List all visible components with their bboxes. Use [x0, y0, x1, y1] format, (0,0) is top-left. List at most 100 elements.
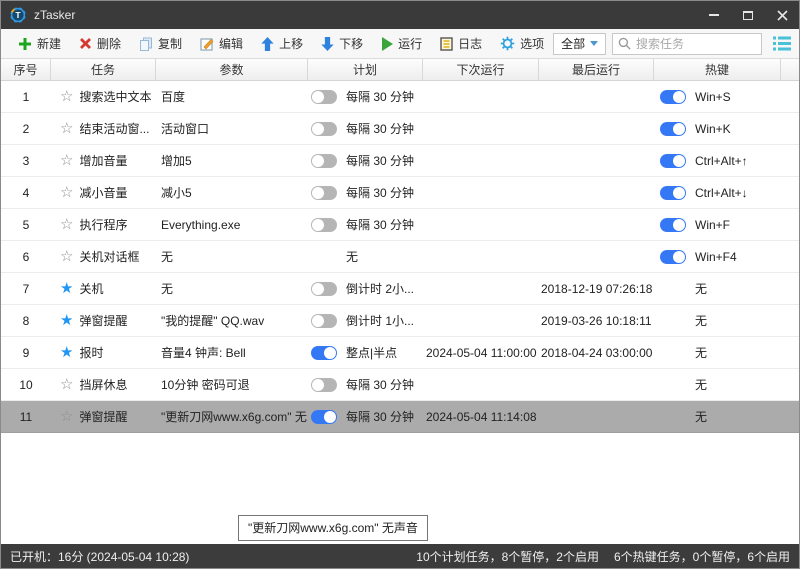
- star-icon[interactable]: ☆: [60, 89, 73, 104]
- schedule-toggle[interactable]: [311, 153, 337, 168]
- task-param: 增加5: [161, 154, 192, 168]
- maximize-button[interactable]: [731, 1, 765, 29]
- delete-x-icon: [80, 38, 92, 49]
- hotkey-toggle[interactable]: [660, 89, 686, 104]
- table-row[interactable]: 3 ☆ 增加音量 增加5 每隔 30 分钟 Ctrl+Alt+↑: [1, 145, 799, 177]
- options-button[interactable]: 选项: [491, 32, 553, 56]
- task-name: 增加音量: [79, 154, 128, 168]
- edit-task-label: 编辑: [219, 37, 244, 51]
- column-header-last-run[interactable]: 最后运行: [539, 59, 654, 80]
- star-icon[interactable]: ★: [60, 345, 73, 360]
- hotkey-toggle[interactable]: [660, 153, 686, 168]
- hotkey-toggle[interactable]: [660, 121, 686, 136]
- task-param: 活动窗口: [161, 122, 210, 136]
- schedule-toggle[interactable]: [311, 121, 337, 136]
- schedule-toggle[interactable]: [311, 409, 337, 424]
- star-icon[interactable]: ☆: [60, 217, 73, 232]
- edit-pencil-icon: [200, 37, 214, 51]
- view-list-icon[interactable]: [773, 36, 791, 51]
- column-header-task[interactable]: 任务: [51, 59, 156, 80]
- hotkey-text: Win+F: [695, 217, 731, 232]
- star-icon[interactable]: ★: [60, 281, 73, 296]
- star-icon[interactable]: ☆: [60, 377, 73, 392]
- schedule-toggle[interactable]: [311, 185, 337, 200]
- task-param: 无: [161, 282, 174, 296]
- play-icon: [382, 36, 394, 51]
- star-icon[interactable]: ☆: [60, 153, 73, 168]
- delete-task-button[interactable]: 删除: [70, 32, 130, 56]
- scheduled-task-summary: 10个计划任务，8个暂停，2个启用: [416, 549, 599, 564]
- table-row[interactable]: 11 ☆ 弹窗提醒 "更新刀网www.x6g.com" 无... 每隔 30 分…: [1, 401, 799, 433]
- task-name: 搜索选中文本: [79, 90, 152, 104]
- table-row[interactable]: 6 ☆ 关机对话框 无 无 Win+F4: [1, 241, 799, 273]
- options-label: 选项: [520, 37, 545, 51]
- schedule-text: 每隔 30 分钟: [346, 90, 415, 104]
- table-row[interactable]: 1 ☆ 搜索选中文本 百度 每隔 30 分钟 Win+S: [1, 81, 799, 113]
- hotkey-text: Ctrl+Alt+↓: [695, 185, 748, 200]
- schedule-text: 每隔 30 分钟: [346, 218, 415, 232]
- new-task-label: 新建: [37, 37, 62, 51]
- close-button[interactable]: [765, 1, 799, 29]
- table-row[interactable]: 10 ☆ 挡屏休息 10分钟 密码可退 每隔 30 分钟 无: [1, 369, 799, 401]
- new-task-button[interactable]: 新建: [9, 32, 70, 56]
- move-down-button[interactable]: 下移: [312, 32, 372, 56]
- task-param: 无: [161, 250, 174, 264]
- schedule-toggle[interactable]: [311, 217, 337, 232]
- row-number: 4: [22, 185, 30, 200]
- move-down-label: 下移: [339, 37, 364, 51]
- row-number: 9: [22, 345, 30, 360]
- schedule-toggle[interactable]: [311, 281, 337, 296]
- row-number: 5: [22, 217, 30, 232]
- gear-icon: [500, 36, 515, 51]
- column-header-num[interactable]: 序号: [1, 59, 51, 80]
- hotkey-toggle[interactable]: [660, 217, 686, 232]
- star-icon[interactable]: ☆: [60, 185, 73, 200]
- column-header-schedule[interactable]: 计划: [308, 59, 423, 80]
- table-row[interactable]: 4 ☆ 减小音量 减小5 每隔 30 分钟 Ctrl+Alt+↓: [1, 177, 799, 209]
- star-icon[interactable]: ★: [60, 313, 73, 328]
- column-header-hotkey[interactable]: 热键: [654, 59, 781, 80]
- hotkey-toggle[interactable]: [660, 185, 686, 200]
- table-row[interactable]: 7 ★ 关机 无 倒计时 2小... 2018-12-19 07:26:18 无: [1, 273, 799, 305]
- table-row[interactable]: 9 ★ 报时 音量4 钟声: Bell 整点|半点 2024-05-04 11:…: [1, 337, 799, 369]
- move-up-button[interactable]: 上移: [252, 32, 312, 56]
- column-header-next-run[interactable]: 下次运行: [423, 59, 539, 80]
- task-name: 执行程序: [79, 218, 128, 232]
- log-button[interactable]: 日志: [431, 32, 491, 56]
- edit-task-button[interactable]: 编辑: [191, 32, 252, 56]
- table-row[interactable]: 2 ☆ 结束活动窗... 活动窗口 每隔 30 分钟 Win+K: [1, 113, 799, 145]
- star-icon[interactable]: ☆: [60, 121, 73, 136]
- table-row[interactable]: 8 ★ 弹窗提醒 "我的提醒" QQ.wav 倒计时 1小... 2019-03…: [1, 305, 799, 337]
- hotkey-text: 无: [695, 282, 708, 296]
- task-param: 音量4 钟声: Bell: [161, 346, 246, 360]
- schedule-text: 每隔 30 分钟: [346, 186, 415, 200]
- schedule-toggle[interactable]: [311, 345, 337, 360]
- star-icon[interactable]: ☆: [60, 409, 73, 424]
- last-run: 2018-12-19 07:26:18: [541, 281, 653, 296]
- task-name: 弹窗提醒: [79, 314, 128, 328]
- hotkey-text: 无: [695, 378, 708, 392]
- last-run: 2019-03-26 10:18:11: [541, 313, 652, 328]
- schedule-toggle[interactable]: [311, 377, 337, 392]
- hotkey-toggle[interactable]: [660, 249, 686, 264]
- table-header: 序号 任务 参数 计划 下次运行 最后运行 热键: [1, 59, 799, 81]
- copy-task-button[interactable]: 复制: [130, 32, 191, 56]
- log-label: 日志: [458, 37, 483, 51]
- search-box[interactable]: [612, 32, 762, 55]
- schedule-toggle[interactable]: [311, 89, 337, 104]
- run-task-button[interactable]: 运行: [372, 32, 431, 56]
- maximize-icon: [743, 10, 753, 20]
- schedule-toggle[interactable]: [311, 313, 337, 328]
- star-icon[interactable]: ☆: [60, 249, 73, 264]
- toolbar: 新建 删除 复制 编辑 上移 下移 运行 日志 选项 全部 搜索任务: [1, 29, 799, 59]
- column-header-param[interactable]: 参数: [156, 59, 308, 80]
- filter-dropdown[interactable]: 全部: [553, 32, 606, 55]
- hotkey-text: Win+S: [695, 89, 731, 104]
- table-row[interactable]: 5 ☆ 执行程序 Everything.exe 每隔 30 分钟 Win+F: [1, 209, 799, 241]
- minimize-button[interactable]: [697, 1, 731, 29]
- task-name: 报时: [79, 346, 104, 360]
- task-name: 关机: [79, 282, 104, 296]
- schedule-text: 每隔 30 分钟: [346, 154, 415, 168]
- column-header-filler: [781, 59, 799, 80]
- search-input[interactable]: [636, 36, 756, 51]
